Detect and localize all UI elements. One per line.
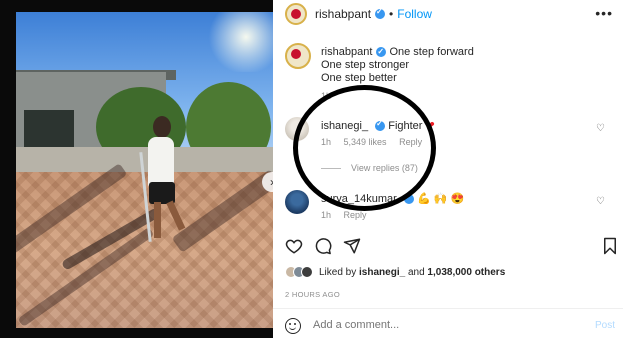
comment-time: 1h [321,210,332,220]
emoji-icon[interactable] [285,318,301,334]
comment-text: surya_14kumar 💪 🙌 😍 [321,192,464,205]
caption-avatar[interactable] [285,43,311,69]
post-header: rishabpant • Follow ••• [273,0,623,28]
caption-text: rishabpant One step forward One step str… [321,45,581,85]
separator: • [389,7,394,21]
liker-username[interactable]: ishanegi_ [359,267,405,278]
verified-icon [376,45,387,58]
caption-line: One step better [321,72,397,84]
person-leg [154,202,161,238]
follow-button[interactable]: Follow [397,7,432,21]
comment-input[interactable] [313,319,563,331]
verified-icon [375,119,386,132]
post-comment-button[interactable]: Post [595,320,615,331]
verified-icon [375,7,386,19]
caption-timestamp: 1h [321,91,332,101]
like-comment-icon[interactable]: ♡ [596,123,605,134]
avatar[interactable] [285,3,307,25]
comment-username[interactable]: ishanegi_ [321,120,368,132]
comment-meta: 1h 5,349 likes Reply [321,137,432,147]
post-actions [285,237,616,257]
caption-line: One step forward [389,46,474,58]
divider [273,308,623,309]
photo-sun [206,12,273,72]
post-photo[interactable]: › [16,12,273,328]
person-body [148,137,174,187]
comment-avatar[interactable] [285,190,309,214]
reply-button[interactable]: Reply [344,210,367,220]
person-head [153,116,171,138]
comment-icon[interactable] [314,237,332,255]
post-timestamp: 2 HOURS AGO [285,290,340,299]
caption-username[interactable]: rishabpant [321,46,372,58]
comment-meta: 1h Reply [321,210,377,220]
comment-time: 1h [321,137,332,147]
likes-summary: Liked by ishanegi_ and 1,038,000 others [285,266,505,278]
liker-avatar [301,266,313,278]
view-replies-button[interactable]: View replies (87) [321,163,418,173]
more-options-icon[interactable]: ••• [595,5,613,21]
likes-count[interactable]: 1,038,000 others [427,267,505,278]
comment-username[interactable]: surya_14kumar [321,193,397,205]
likes-prefix: Liked by [319,266,360,278]
bookmark-icon[interactable] [601,237,619,255]
comment-body: Fighter [388,120,423,132]
add-comment-bar: Post [285,318,615,338]
likes-middle: and [405,266,428,278]
reply-button[interactable]: Reply [399,137,422,147]
photo-building-window [24,110,74,150]
view-replies-label: View replies (87) [351,163,418,173]
heart-icon[interactable] [285,237,303,255]
share-icon[interactable] [343,237,361,255]
caption-line: One step stronger [321,59,410,71]
post-details-panel: rishabpant • Follow ••• rishabpant One s… [273,0,623,338]
photo-planter [16,147,273,172]
like-comment-icon[interactable]: ♡ [596,196,605,207]
header-username[interactable]: rishabpant [315,7,371,21]
heart-emoji: ❤ [425,120,435,132]
comment-likes[interactable]: 5,349 likes [344,137,387,147]
post-media-panel: › [0,0,273,338]
replies-divider [321,167,341,169]
comment-text: ishanegi_ Fighter ❤ [321,119,435,132]
verified-icon [403,192,414,205]
comment-avatar[interactable] [285,117,309,141]
comment-emojis: 💪 🙌 😍 [416,193,465,205]
likes-text: Liked by ishanegi_ and 1,038,000 others [319,267,505,278]
